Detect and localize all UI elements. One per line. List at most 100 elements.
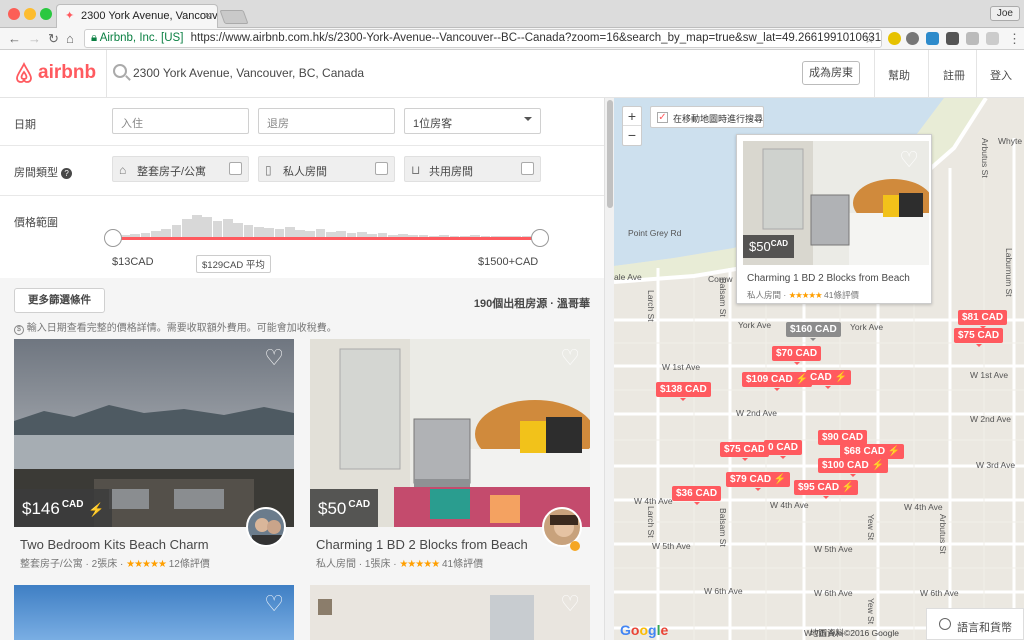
map-price-pin[interactable]: $70 CAD	[772, 346, 822, 365]
airbnb-logo[interactable]: airbnb	[14, 62, 96, 84]
door-icon: ▯	[265, 163, 272, 177]
logo-text: airbnb	[38, 62, 97, 83]
save-heart-icon[interactable]: ♡	[264, 593, 284, 615]
save-heart-icon[interactable]: ♡	[560, 593, 580, 615]
guests-value: 1位房客	[413, 118, 453, 130]
scrollbar-thumb[interactable]	[607, 100, 613, 208]
google-logo: Google	[620, 622, 669, 638]
login-link[interactable]: 登入	[990, 67, 1012, 83]
map-price-pin[interactable]: $109 CAD ⚡	[742, 372, 812, 391]
map-price-pin[interactable]: 0 CAD	[764, 440, 803, 459]
help-icon[interactable]: ?	[61, 168, 73, 179]
histogram-bar	[295, 230, 305, 237]
listing-photo[interactable]: ♡	[14, 585, 294, 640]
popup-title[interactable]: Charming 1 BD 2 Blocks from Beach	[747, 273, 910, 284]
listing-photo[interactable]: ♡ $146 CAD ⚡	[14, 339, 294, 527]
checkmark-icon[interactable]: ✓	[657, 112, 668, 123]
back-icon[interactable]: ←	[8, 31, 21, 47]
menu-icon[interactable]: ⋮	[1008, 31, 1021, 47]
room-type-private-room[interactable]: ▯ 私人房間	[258, 156, 395, 182]
extension-icon-1[interactable]	[888, 32, 901, 45]
room-type-checkbox[interactable]	[521, 162, 534, 175]
save-heart-icon[interactable]: ♡	[264, 347, 284, 369]
map-price-pin[interactable]: $95 CAD ⚡	[794, 480, 859, 499]
search-icon	[113, 64, 127, 78]
map-price-pin[interactable]: $90 CAD	[818, 430, 868, 449]
price-slider-track[interactable]	[112, 237, 540, 240]
price-slider-max-handle[interactable]	[531, 229, 549, 247]
security-label: Airbnb, Inc. [US]	[99, 32, 184, 44]
map-price-pin[interactable]: $100 CAD ⚡	[818, 458, 888, 477]
host-avatar[interactable]	[246, 507, 286, 547]
room-type-checkbox[interactable]	[229, 162, 242, 175]
extension-icon-4[interactable]	[946, 32, 959, 45]
extension-icon-5[interactable]	[966, 32, 979, 45]
popup-details: 私人房間 ·	[747, 290, 789, 300]
save-heart-icon[interactable]: ♡	[899, 149, 919, 171]
reload-icon[interactable]: ↻	[48, 31, 59, 47]
forward-icon[interactable]: →	[28, 31, 41, 47]
listing-subtitle: 私人房間 · 1張床 · ★★★★★ 41條評價	[316, 555, 483, 570]
map-price-pin[interactable]: $75 CAD	[954, 328, 1004, 347]
nav-divider	[976, 50, 977, 98]
room-type-shared-room[interactable]: ⊔ 共用房間	[404, 156, 541, 182]
map-price-pin[interactable]: $68 CAD ⚡	[840, 444, 905, 463]
become-host-button[interactable]: 成為房東	[802, 61, 860, 85]
map-price-pin[interactable]: $81 CAD	[958, 310, 1008, 329]
map-price-pin[interactable]: $75 CAD	[720, 442, 770, 461]
zoom-out-button[interactable]: −	[623, 126, 641, 145]
maximize-window-button[interactable]	[40, 8, 52, 20]
map-price-pin[interactable]: $138 CAD	[656, 382, 711, 401]
zoom-control: + −	[622, 106, 642, 146]
guests-select[interactable]: 1位房客	[404, 108, 541, 134]
home-icon[interactable]: ⌂	[66, 31, 74, 47]
price-slider-min-handle[interactable]	[104, 229, 122, 247]
minimize-window-button[interactable]	[24, 8, 36, 20]
street-label: Yew St	[866, 598, 876, 625]
map-price-pin-selected[interactable]: $160 CAD	[786, 322, 841, 341]
listing-currency: CAD	[61, 499, 84, 510]
map-listing-popup[interactable]: ♡ $50CAD Charming 1 BD 2 Blocks from Bea…	[736, 134, 932, 304]
street-label: W 6th Ave	[814, 588, 853, 598]
search-as-map-moves-toggle[interactable]: ✓ 在移動地圖時進行搜尋	[650, 106, 764, 128]
results-scrollbar[interactable]	[604, 98, 614, 640]
profile-button[interactable]: Joe	[989, 6, 1020, 21]
map-view[interactable]: + − ✓ 在移動地圖時進行搜尋 Point Grey Rd Cornw ale…	[614, 98, 1024, 640]
listing-photo[interactable]: ♡	[310, 585, 590, 640]
language-currency-button[interactable]: 語言和貨幣	[926, 608, 1024, 640]
room-type-entire-home[interactable]: ⌂ 整套房子/公寓	[112, 156, 249, 182]
map-price-pin[interactable]: CAD ⚡	[806, 370, 851, 389]
histogram-bar	[315, 229, 326, 237]
save-heart-icon[interactable]: ♡	[560, 347, 580, 369]
listing-photo[interactable]: ♡ $50 CAD	[310, 339, 590, 527]
extension-icon-3[interactable]	[926, 32, 939, 45]
street-label: Whyte	[998, 136, 1023, 146]
room-type-checkbox[interactable]	[375, 162, 388, 175]
tab-close-icon[interactable]: ×	[205, 10, 211, 22]
street-label: W 4th Ave	[634, 496, 673, 506]
street-label: Arbutus St	[980, 138, 990, 178]
more-filters-button[interactable]: 更多篩選條件	[14, 288, 105, 313]
checkout-input[interactable]: 退房	[258, 108, 395, 134]
new-tab-button[interactable]	[219, 10, 249, 24]
zoom-in-button[interactable]: +	[623, 107, 641, 126]
signup-link[interactable]: 註冊	[943, 67, 965, 83]
address-bar[interactable]: 🔒︎ Airbnb, Inc. [US] https://www.airbnb.…	[84, 29, 882, 48]
location-search-input[interactable]: 2300 York Avenue, Vancouver, BC, Canada	[106, 50, 786, 98]
house-icon: ⌂	[119, 163, 127, 177]
map-price-pin[interactable]: $79 CAD ⚡	[726, 472, 791, 491]
bookmark-star-icon[interactable]: ☆	[864, 31, 875, 47]
superhost-badge-icon	[570, 541, 580, 551]
browser-tab[interactable]: ✦ 2300 York Avenue, Vancouver ×	[56, 4, 218, 28]
histogram-bar	[223, 219, 233, 237]
help-link[interactable]: 幫助	[888, 67, 910, 83]
close-window-button[interactable]	[8, 8, 20, 20]
checkin-input[interactable]: 入住	[112, 108, 249, 134]
listing-title[interactable]: Two Bedroom Kits Beach Charm	[20, 537, 209, 552]
extension-icon-6[interactable]	[986, 32, 999, 45]
room-type-label: 共用房間	[429, 166, 473, 178]
extension-icon-2[interactable]	[906, 32, 919, 45]
map-price-pin[interactable]: $36 CAD	[672, 486, 722, 505]
listing-title[interactable]: Charming 1 BD 2 Blocks from Beach	[316, 537, 528, 552]
results-pane: 日期 入住 退房 1位房客 房間類型 ? ⌂ 整套房子/公寓 ▯ 私人房間 ⊔ …	[0, 98, 604, 640]
